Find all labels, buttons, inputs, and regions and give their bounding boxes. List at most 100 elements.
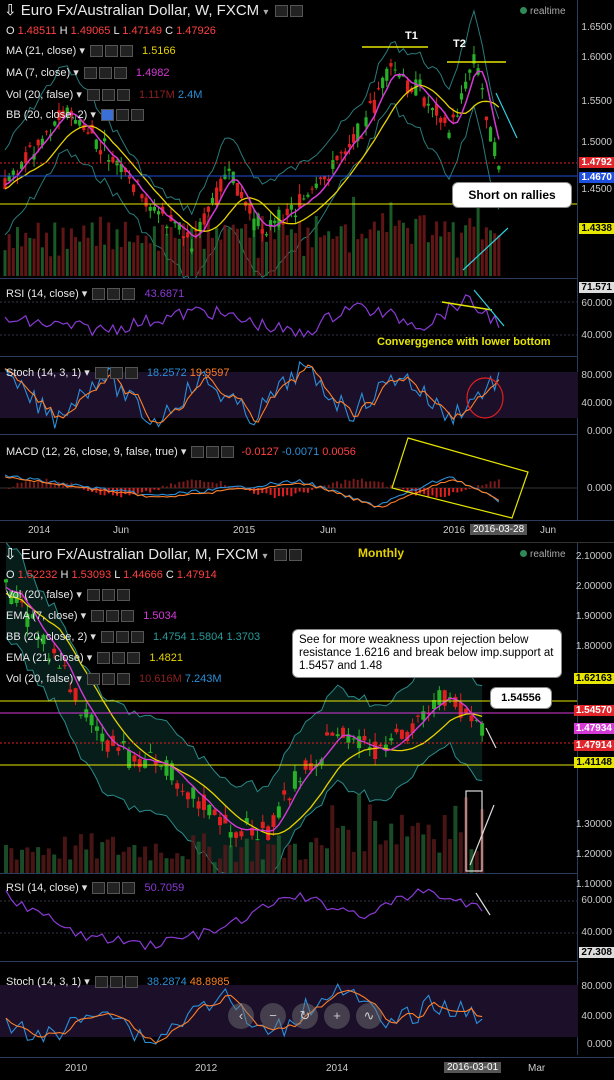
candle-body [323, 176, 326, 179]
candle-body [452, 115, 455, 118]
monthly-rsi-label[interactable]: RSI (14, close) ▾ 50.7059 [6, 881, 184, 895]
monthly-study-vol0[interactable]: Vol (20, false) ▾ [6, 588, 130, 602]
macd-histogram-bar [402, 488, 404, 489]
zoom-out-icon[interactable]: ‹ [228, 1003, 254, 1029]
candle-body [469, 715, 473, 721]
weekly-study-vol[interactable]: Vol (20, false) ▾ 1.117M 2.4M [6, 88, 202, 102]
volume-bar [266, 844, 270, 873]
chevron-down-icon[interactable]: ▾ [262, 551, 267, 562]
macd-histogram-bar [232, 487, 234, 488]
draw-icon[interactable]: ∿ [356, 1003, 382, 1029]
weekly-price-tag: 1.4670 [579, 172, 614, 183]
volume-bar [381, 213, 384, 276]
volume-bar [149, 243, 152, 276]
volume-bar [273, 239, 276, 276]
weekly-macd-label[interactable]: MACD (12, 26, close, 9, false, true) ▾ -… [6, 445, 356, 459]
volume-bar [4, 845, 8, 873]
monthly-x-axis[interactable]: 2010 2012 2014 2016-03-01 Mar [0, 1057, 614, 1080]
volume-bar [411, 826, 415, 873]
macd-histogram-bar [278, 488, 280, 496]
macd-histogram-bar [423, 488, 425, 494]
volume-bar [15, 860, 19, 873]
settings-icon[interactable] [275, 5, 288, 17]
macd-histogram-bar [141, 488, 143, 492]
weekly-x-axis[interactable]: 2014 Jun 2015 Jun 2016 2016-03-28 Jun [0, 520, 614, 541]
candle-body [99, 150, 102, 154]
monthly-ytick: 1.80000 [576, 641, 612, 652]
weekly-study-ma7[interactable]: MA (7, close) ▾ 1.4982 [6, 66, 170, 80]
monthly-study-ema21[interactable]: EMA (21, close) ▾ 1.4821 [6, 651, 183, 665]
volume-bar [136, 235, 139, 276]
monthly-chart: ⇩ Euro Fx/Australian Dollar, M, FXCM ▾ M… [0, 542, 614, 1079]
candle-body [218, 817, 222, 825]
weekly-study-ma21[interactable]: MA (21, close) ▾ 1.5166 [6, 44, 176, 58]
candle-body [190, 249, 193, 252]
volume-bar [460, 233, 463, 276]
volume-bar [140, 243, 143, 276]
volume-bar [127, 847, 131, 873]
close-icon[interactable] [289, 549, 302, 561]
volume-bar [211, 238, 214, 276]
volume-bar [255, 841, 259, 873]
close-icon[interactable] [290, 5, 303, 17]
macd-histogram-bar [286, 488, 288, 495]
volume-bar [37, 223, 40, 276]
candle-body [298, 194, 301, 207]
weekly-price-pane[interactable] [0, 0, 578, 279]
candle-body [138, 759, 142, 767]
candle-body [286, 209, 289, 215]
volume-bar [294, 233, 297, 276]
chevron-down-icon[interactable]: ▾ [263, 7, 268, 18]
volume-bar [186, 859, 190, 873]
volume-bar [368, 804, 372, 873]
candle-body [311, 189, 314, 190]
volume-bar [20, 850, 24, 873]
settings-icon[interactable] [274, 549, 287, 561]
volume-bar [344, 224, 347, 276]
candle-body [389, 738, 393, 740]
volume-bar [70, 228, 73, 276]
reset-icon[interactable]: ↻ [292, 1003, 318, 1029]
volume-bar [290, 229, 293, 276]
macd-histogram-bar [265, 488, 267, 493]
volume-bar [159, 853, 163, 873]
volume-bar [87, 238, 90, 276]
candle-body [106, 741, 110, 752]
volume-bar [352, 852, 356, 873]
weekly-price-axis[interactable] [577, 0, 614, 520]
macd-histogram-bar [282, 488, 284, 496]
weekly-title[interactable]: Euro Fx/Australian Dollar, W, FXCM [21, 2, 259, 19]
macd-histogram-bar [116, 488, 118, 496]
minus-icon[interactable]: − [260, 1003, 286, 1029]
candle-body [385, 69, 388, 81]
macd-histogram-bar [452, 488, 454, 492]
weekly-xtick: 2016 [443, 525, 465, 536]
volume-bar [286, 235, 289, 276]
plus-icon[interactable]: + [324, 1003, 350, 1029]
weekly-stoch-label[interactable]: Stoch (14, 3, 1) ▾ 18.2572 19.9597 [6, 366, 230, 380]
monthly-study-vol[interactable]: Vol (20, false) ▾ 10.616M 7.243M [6, 672, 222, 686]
candle-body [68, 689, 72, 692]
volume-bar [223, 845, 227, 873]
macd-histogram-bar [361, 479, 363, 488]
monthly-menu-icon[interactable]: ⇩ [4, 546, 17, 563]
volume-bar [53, 223, 56, 276]
candle-body [191, 787, 195, 798]
volume-bar [448, 839, 452, 873]
volume-bar [116, 229, 119, 276]
macd-histogram-bar [25, 481, 27, 488]
weekly-study-bb[interactable]: BB (20, close, 2) ▾ [6, 108, 144, 122]
monthly-stoch-label[interactable]: Stoch (14, 3, 1) ▾ 38.2874 48.8985 [6, 975, 230, 989]
monthly-study-ema7[interactable]: EMA (7, close) ▾ 1.5034 [6, 609, 177, 623]
volume-bar [288, 845, 292, 873]
weekly-rsi-label[interactable]: RSI (14, close) ▾ 43.6871 [6, 287, 184, 301]
monthly-title[interactable]: Euro Fx/Australian Dollar, M, FXCM [21, 546, 259, 563]
monthly-study-bb[interactable]: BB (20, close, 2) ▾ 1.4754 1.5804 1.3703 [6, 630, 260, 644]
weekly-price-tag: 1.4792 [579, 157, 614, 168]
volume-bar [277, 225, 280, 276]
weekly-menu-icon[interactable]: ⇩ [4, 2, 17, 19]
volume-bar [145, 236, 148, 276]
candle-body [335, 156, 338, 160]
monthly-price-tag: 1.41148 [574, 757, 614, 768]
macd-histogram-bar [357, 480, 359, 488]
